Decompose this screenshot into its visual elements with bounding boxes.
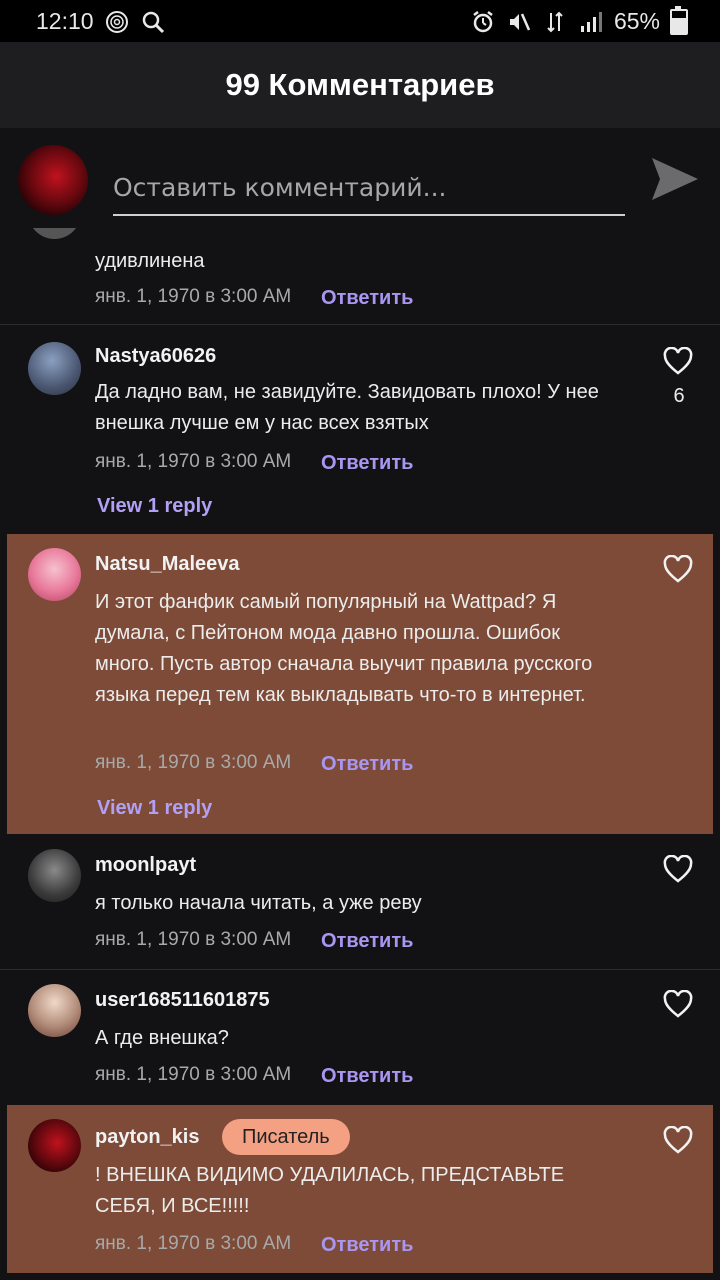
send-icon[interactable] <box>648 152 702 206</box>
fingerprint-icon <box>104 9 130 35</box>
comment-date: янв. 1, 1970 в 3:00 AM <box>95 929 292 950</box>
comment-date: янв. 1, 1970 в 3:00 AM <box>95 286 292 307</box>
comment-item: Nastya60626 6 Да ладно вам, не завидуйте… <box>0 325 720 533</box>
comment-username[interactable]: Nastya60626 <box>95 345 216 368</box>
avatar[interactable] <box>28 342 81 395</box>
avatar[interactable] <box>28 228 81 239</box>
comment-text: А где внешка? <box>95 1027 229 1049</box>
page-title: 99 Комментариев <box>225 67 495 102</box>
comment-item-highlighted: payton_kis Писатель ! ВНЕШКА ВИДИМО УДАЛ… <box>7 1105 713 1273</box>
reply-button[interactable]: Ответить <box>321 1234 413 1257</box>
comment-item: moonlpayt я только начала читать, а уже … <box>0 835 720 969</box>
comment-username[interactable]: user168511601875 <box>95 989 270 1012</box>
heart-icon[interactable] <box>663 990 693 1018</box>
avatar[interactable] <box>28 849 81 902</box>
battery-icon <box>670 5 688 35</box>
avatar[interactable] <box>28 548 81 601</box>
status-bar: 12:10 65% <box>0 0 720 42</box>
reply-button[interactable]: Ответить <box>321 287 413 310</box>
reply-button[interactable]: Ответить <box>321 452 413 475</box>
heart-icon[interactable] <box>663 855 693 883</box>
comment-text: ! ВНЕШКА ВИДИМО УДАЛИЛАСЬ, ПРЕДСТАВЬТЕ С… <box>95 1164 565 1217</box>
battery-percent: 65% <box>613 8 660 34</box>
comment-input[interactable] <box>113 160 625 216</box>
reply-button[interactable]: Ответить <box>321 1065 413 1088</box>
heart-icon[interactable] <box>663 347 693 375</box>
mute-icon <box>506 9 532 35</box>
comment-date: янв. 1, 1970 в 3:00 AM <box>95 1233 292 1254</box>
comment-username[interactable]: moonlpayt <box>95 854 196 877</box>
heart-icon[interactable] <box>663 555 693 583</box>
avatar[interactable] <box>28 1119 81 1172</box>
view-replies-link[interactable]: View 1 reply <box>97 797 212 820</box>
comment-date: янв. 1, 1970 в 3:00 AM <box>95 752 292 773</box>
comment-date: янв. 1, 1970 в 3:00 AM <box>95 1064 292 1085</box>
reply-button[interactable]: Ответить <box>321 930 413 953</box>
comment-username[interactable]: Natsu_Maleeva <box>95 553 240 576</box>
heart-icon[interactable] <box>663 1126 693 1154</box>
comment-date: янв. 1, 1970 в 3:00 AM <box>95 451 292 472</box>
comment-username[interactable]: payton_kis <box>95 1126 199 1149</box>
comment-composer <box>0 128 720 228</box>
comment-item: удивлинена янв. 1, 1970 в 3:00 AM Ответи… <box>0 228 720 324</box>
header: 99 Комментариев <box>0 42 720 129</box>
reply-button[interactable]: Ответить <box>321 753 413 776</box>
comment-text: И этот фанфик самый популярный на Wattpa… <box>95 591 593 706</box>
like-count: 6 <box>673 385 685 407</box>
comment-text: Да ладно вам, не завидуйте. Завидовать п… <box>95 381 599 434</box>
comment-text: я только начала читать, а уже реву <box>95 892 422 914</box>
comment-list[interactable]: удивлинена янв. 1, 1970 в 3:00 AM Ответи… <box>0 228 720 1280</box>
comment-text: удивлинена <box>95 250 205 272</box>
comment-item: user168511601875 А где внешка? янв. 1, 1… <box>0 970 720 1104</box>
avatar[interactable] <box>28 984 81 1037</box>
alarm-icon <box>470 9 496 35</box>
user-avatar[interactable] <box>18 145 88 215</box>
search-icon <box>140 9 166 35</box>
status-time: 12:10 <box>36 8 94 34</box>
view-replies-link[interactable]: View 1 reply <box>97 495 212 518</box>
comment-item-highlighted: Natsu_Maleeva И этот фанфик самый популя… <box>7 534 713 834</box>
data-icon <box>542 9 568 35</box>
signal-icon <box>578 9 604 35</box>
writer-badge: Писатель <box>222 1119 350 1155</box>
